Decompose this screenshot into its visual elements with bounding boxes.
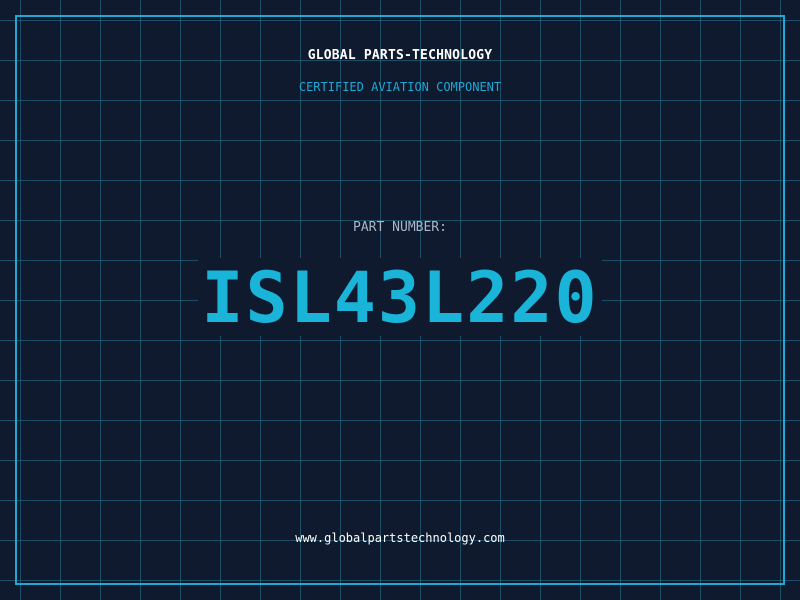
part-number-value: ISL43L220 [201,257,599,339]
website-url: www.globalpartstechnology.com [295,531,505,545]
company-name: GLOBAL PARTS-TECHNOLOGY [307,48,493,63]
certification-tagline: CERTIFIED AVIATION COMPONENT [298,80,502,94]
label-card: GLOBAL PARTS-TECHNOLOGY CERTIFIED AVIATI… [0,0,800,600]
part-number-label: PART NUMBER: [353,220,447,235]
